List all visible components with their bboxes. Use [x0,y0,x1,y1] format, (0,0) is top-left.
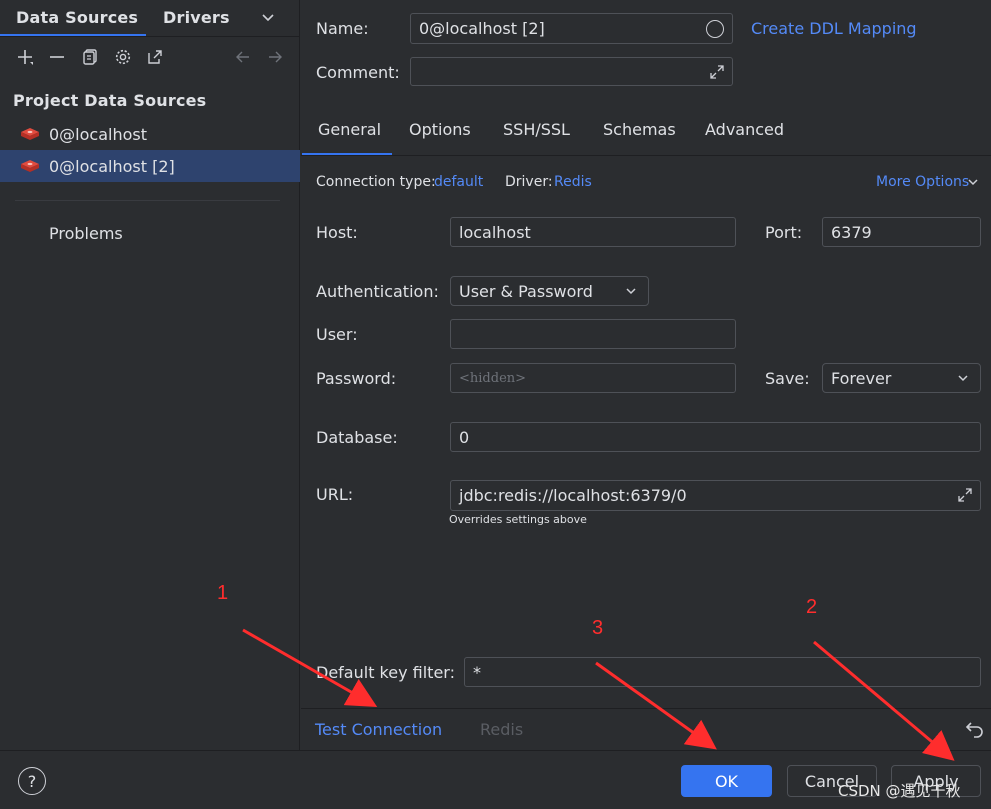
ok-button[interactable]: OK [681,765,772,797]
copy-icon[interactable] [79,46,101,68]
connection-type-dropdown[interactable]: default [434,174,483,190]
user-input[interactable] [450,319,736,349]
expand-icon[interactable] [956,486,974,508]
gear-icon[interactable] [112,46,134,68]
data-source-label: 0@localhost [2] [49,156,175,176]
url-input[interactable]: jdbc:redis://localhost:6379/0 [450,480,981,511]
problems-item[interactable]: Problems [49,224,123,243]
port-value: 6379 [831,222,872,242]
database-input[interactable]: 0 [450,422,981,452]
url-hint: Overrides settings above [449,513,587,526]
data-source-item[interactable]: 0@localhost [0,118,300,150]
remove-icon[interactable] [46,46,68,68]
password-label: Password: [316,369,397,388]
name-label: Name: [316,19,369,38]
database-label: Database: [316,428,398,447]
chevron-down-icon [958,375,968,382]
expand-icon[interactable] [708,63,726,85]
redis-icon [20,158,40,174]
tab-data-sources[interactable]: Data Sources [16,8,138,27]
tab-drivers[interactable]: Drivers [163,8,230,27]
back-arrow-icon[interactable] [232,46,254,68]
tab-schemas[interactable]: Schemas [603,120,676,139]
authentication-label: Authentication: [316,282,439,301]
divider [15,200,280,201]
port-input[interactable]: 6379 [822,217,981,247]
key-filter-label: Default key filter: [316,663,455,682]
help-button[interactable]: ? [18,767,46,795]
host-value: localhost [459,222,531,242]
sidebar: Data Sources Drivers Project Data Source… [0,0,300,750]
save-label: Save: [765,369,810,388]
port-label: Port: [765,223,803,242]
section-title: Project Data Sources [13,91,207,110]
comment-label: Comment: [316,63,400,82]
forward-arrow-icon[interactable] [264,46,286,68]
annotation-number: 1 [217,582,229,604]
key-filter-input[interactable]: * [464,657,981,687]
tab-ssh-ssl[interactable]: SSH/SSL [503,120,570,139]
password-placeholder: <hidden> [459,370,527,386]
authentication-value: User & Password [459,281,593,301]
annotation-number: 3 [592,617,604,639]
save-dropdown[interactable]: Forever [822,363,981,393]
url-value: jdbc:redis://localhost:6379/0 [459,486,687,505]
host-label: Host: [316,223,358,242]
driver-label: Driver: [505,174,553,190]
data-source-item-selected[interactable]: 0@localhost [2] [0,150,300,182]
add-icon[interactable] [14,46,36,68]
password-input[interactable]: <hidden> [450,363,736,393]
divider [0,36,300,37]
chevron-down-icon [626,288,636,295]
data-source-label: 0@localhost [49,124,147,144]
database-value: 0 [459,427,470,447]
url-label: URL: [316,485,354,504]
key-filter-value: * [473,662,481,682]
watermark: CSDN @遇见千秋 [838,782,961,800]
name-value: 0@localhost [2] [419,19,545,38]
tab-general[interactable]: General [318,120,381,139]
chevron-down-icon[interactable] [966,175,980,193]
divider [301,155,991,156]
tab-advanced[interactable]: Advanced [705,120,784,139]
more-options-link[interactable]: More Options [876,174,969,190]
chevron-down-icon[interactable] [260,8,276,32]
authentication-dropdown[interactable]: User & Password [450,276,649,306]
redis-icon [20,126,40,142]
undo-icon[interactable] [964,717,986,743]
name-input[interactable]: 0@localhost [2] [410,13,733,44]
create-ddl-mapping-link[interactable]: Create DDL Mapping [751,19,917,38]
color-circle-icon[interactable] [706,20,724,38]
tab-options[interactable]: Options [409,120,471,139]
help-label: ? [27,771,37,791]
driver-name-label: Redis [480,720,524,739]
annotation-number: 2 [806,596,818,618]
comment-input[interactable] [410,57,733,86]
user-label: User: [316,325,358,344]
driver-dropdown[interactable]: Redis [554,174,592,190]
connection-type-label: Connection type: [316,174,436,190]
save-value: Forever [831,368,892,388]
host-input[interactable]: localhost [450,217,736,247]
test-connection-link[interactable]: Test Connection [315,720,442,739]
ok-label: OK [714,771,739,791]
open-external-icon[interactable] [144,46,166,68]
